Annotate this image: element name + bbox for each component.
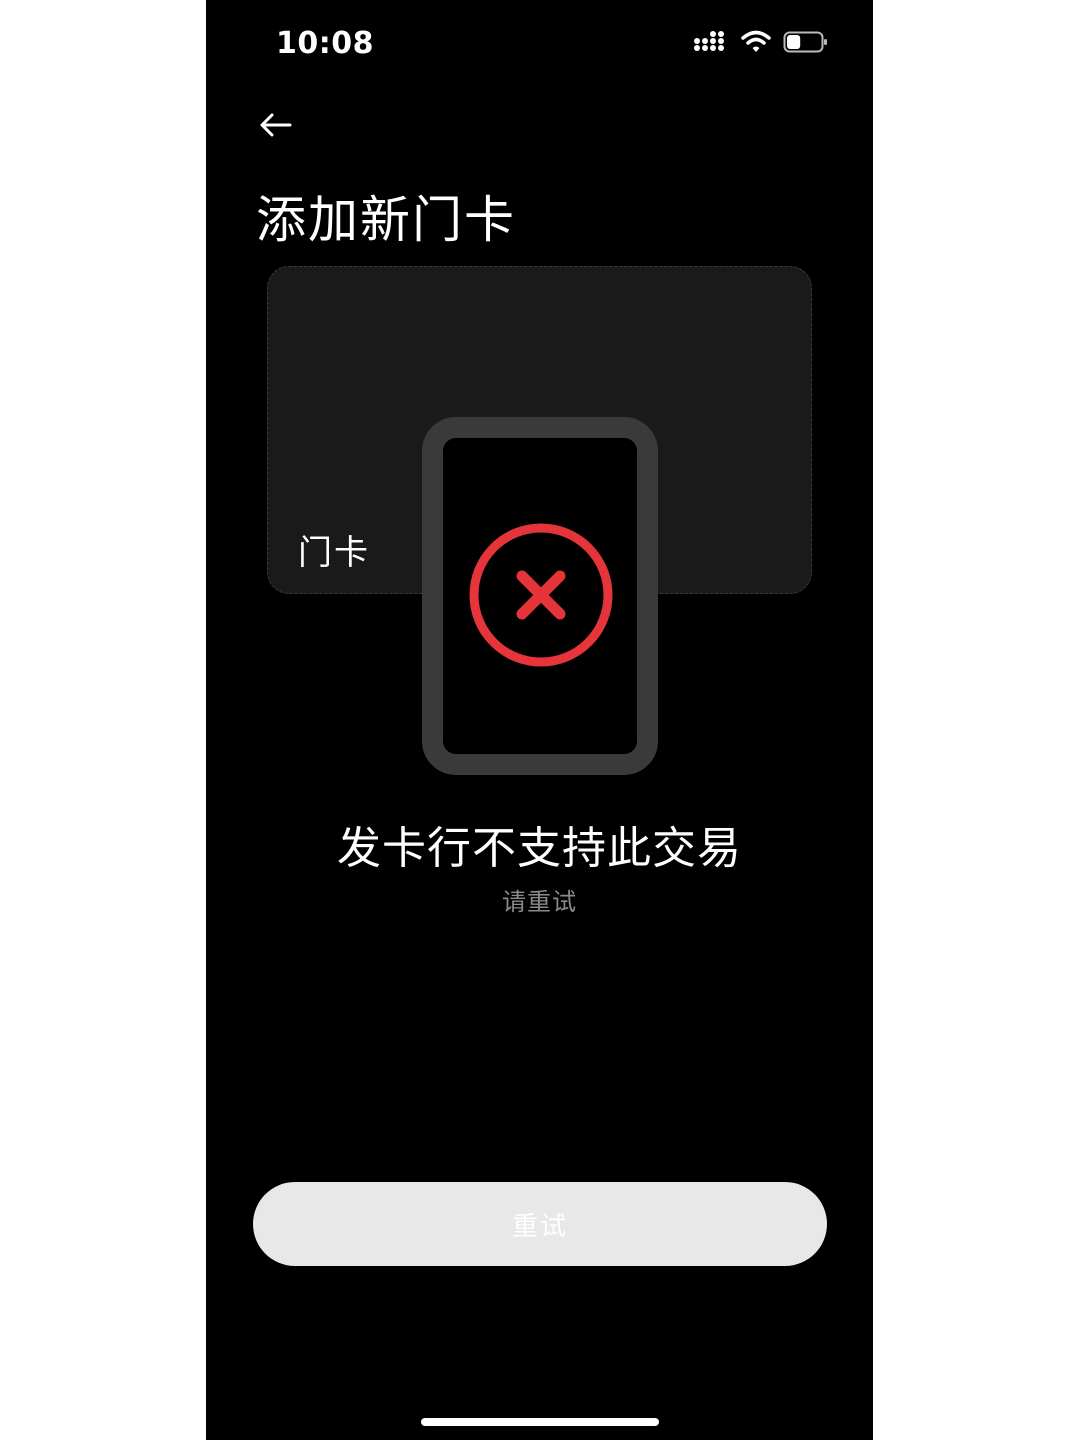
- card-label: 门卡: [298, 533, 370, 573]
- error-subtitle: 请重试: [502, 888, 577, 916]
- status-time: 10:08: [276, 26, 374, 61]
- home-indicator[interactable]: [421, 1418, 659, 1426]
- retry-button[interactable]: 重试: [253, 1182, 827, 1266]
- cellular-signal-icon: [694, 31, 724, 51]
- back-arrow-icon[interactable]: [254, 106, 298, 144]
- status-icons: [693, 30, 829, 54]
- wifi-icon: [741, 30, 771, 52]
- error-title: 发卡行不支持此交易: [337, 823, 742, 874]
- phone-screen: 10:08 添加新门卡 门卡 发卡行不支持此交易 请重试 重试: [206, 0, 873, 1440]
- error-x-icon: [469, 523, 613, 667]
- page-title: 添加新门卡: [256, 191, 516, 249]
- battery-icon: [783, 31, 827, 53]
